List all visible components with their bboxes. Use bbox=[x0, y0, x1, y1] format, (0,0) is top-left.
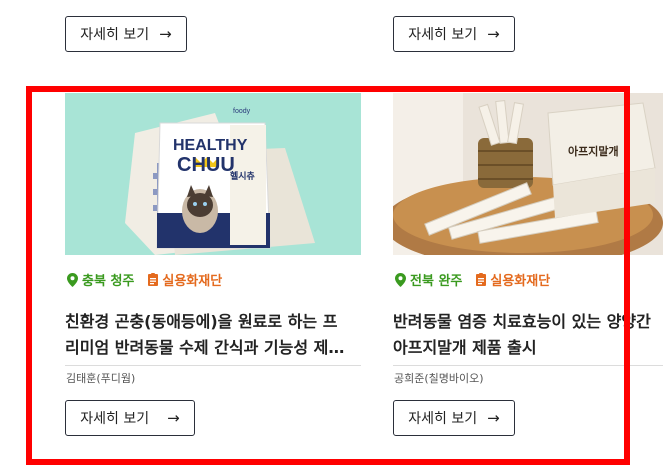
arrow-right-icon: → bbox=[159, 25, 172, 43]
card-2-detail-button[interactable]: 자세히 보기 → bbox=[393, 400, 515, 436]
category-text: 실용화재단 bbox=[490, 274, 551, 289]
title-line-2: 아프지말개 제품 출시 bbox=[393, 338, 537, 357]
category: 실용화재단 bbox=[148, 270, 222, 289]
card-1-meta: 충북 청주 실용화재단 bbox=[67, 270, 222, 289]
location-text: 충북 청주 bbox=[82, 274, 135, 289]
arrow-right-icon: → bbox=[487, 409, 500, 427]
location-pin-icon bbox=[67, 272, 78, 287]
location-pin-icon bbox=[395, 272, 406, 287]
button-label: 자세히 보기 bbox=[408, 27, 478, 43]
card-1-title[interactable]: 친환경 곤충(동애등에)을 원료로 하는 프 리미엄 반려동물 수제 간식과 기… bbox=[65, 309, 365, 363]
category-text: 실용화재단 bbox=[162, 274, 223, 289]
location: 충북 청주 bbox=[67, 270, 134, 289]
title-line-2: 리미엄 반려동물 수제 간식과 기능성 제… bbox=[65, 338, 345, 357]
arrow-right-icon: → bbox=[487, 25, 500, 43]
location-text: 전북 완주 bbox=[410, 274, 463, 289]
button-label: 자세히 보기 bbox=[80, 27, 150, 43]
button-label: 자세히 보기 bbox=[80, 411, 150, 427]
button-label: 자세히 보기 bbox=[408, 411, 478, 427]
arrow-right-icon: → bbox=[167, 409, 180, 427]
title-line-1: 반려동물 염증 치료효능이 있는 양양간 bbox=[393, 312, 651, 331]
top-detail-button-1[interactable]: 자세히 보기 → bbox=[65, 16, 187, 52]
card-2-title[interactable]: 반려동물 염증 치료효능이 있는 양양간 아프지말개 제품 출시 bbox=[393, 309, 663, 363]
title-line-1: 친환경 곤충(동애등에)을 원료로 하는 프 bbox=[65, 312, 338, 331]
box-label: 아프지말개 bbox=[568, 144, 619, 158]
card-2-meta: 전북 완주 실용화재단 bbox=[395, 270, 550, 289]
product-name-line-1: HEALTHY bbox=[173, 137, 248, 154]
card-2-divider bbox=[393, 365, 663, 366]
document-icon bbox=[476, 273, 487, 286]
dog-supplement-sticks-photo: 아프지말개 bbox=[393, 93, 663, 255]
location: 전북 완주 bbox=[395, 270, 462, 289]
brand-text: foody bbox=[233, 108, 251, 115]
document-icon bbox=[148, 273, 159, 286]
top-detail-button-2[interactable]: 자세히 보기 → bbox=[393, 16, 515, 52]
product-name-korean: 헬시츄 bbox=[230, 170, 255, 182]
card-1-detail-button[interactable]: 자세히 보기 → bbox=[65, 400, 195, 436]
card-1-author: 김태훈(푸디웜) bbox=[66, 372, 136, 385]
card-1-image[interactable]: foody HEALTHY CHUU 헬시츄 bbox=[65, 93, 361, 255]
card-1-divider bbox=[65, 365, 361, 366]
card-2-author: 공희준(칠명바이오) bbox=[394, 372, 484, 385]
card-2-image[interactable]: 아프지말개 bbox=[393, 93, 663, 255]
category: 실용화재단 bbox=[476, 270, 550, 289]
healthy-chuu-product-photo: foody HEALTHY CHUU 헬시츄 bbox=[65, 93, 361, 255]
product-name-line-2: CHUU bbox=[177, 154, 235, 176]
